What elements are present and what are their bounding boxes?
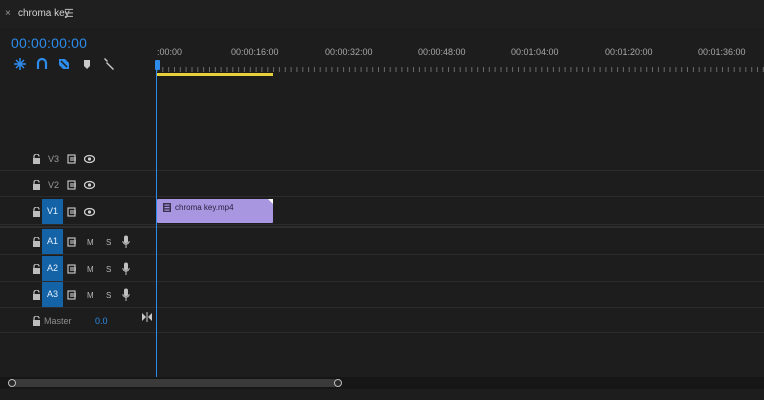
microphone-icon[interactable] xyxy=(122,288,130,302)
wrench-icon[interactable] xyxy=(102,57,116,71)
mute-button[interactable]: M xyxy=(87,238,94,247)
sequence-tab-title[interactable]: chroma key xyxy=(18,8,70,19)
scrollbar-thumb[interactable] xyxy=(12,379,338,387)
mute-button[interactable]: M xyxy=(87,291,94,300)
track-target-label: A1 xyxy=(46,236,58,246)
lock-icon[interactable] xyxy=(32,237,41,247)
marker-icon[interactable] xyxy=(80,57,94,71)
track-row-v2: V2 xyxy=(0,172,764,197)
mute-button[interactable]: M xyxy=(87,265,94,274)
time-ruler[interactable]: :00:00 00:00:16:00 00:00:32:00 00:00:48:… xyxy=(157,40,764,76)
playhead-timecode[interactable]: 00:00:00:00 xyxy=(11,35,87,51)
lock-icon[interactable] xyxy=(32,264,41,274)
magnet-icon[interactable] xyxy=(35,57,49,71)
linked-selection-icon[interactable] xyxy=(57,57,71,71)
track-row-a2: A2 M S xyxy=(0,256,764,282)
ruler-label: 00:01:20:00 xyxy=(605,47,653,57)
ruler-label: 00:00:48:00 xyxy=(418,47,466,57)
track-target-a2[interactable]: A2 xyxy=(42,256,63,281)
track-target-v1[interactable]: V1 xyxy=(42,199,63,224)
ruler-label: 00:01:36:00 xyxy=(698,47,746,57)
eye-icon[interactable] xyxy=(84,207,95,217)
eye-icon[interactable] xyxy=(84,180,95,190)
scrollbar-left-handle[interactable] xyxy=(8,379,16,387)
microphone-icon[interactable] xyxy=(122,262,130,276)
video-audio-divider[interactable] xyxy=(0,226,764,228)
ruler-label: 00:00:16:00 xyxy=(231,47,279,57)
ruler-ticks xyxy=(157,64,764,72)
track-row-v3: V3 xyxy=(0,146,764,171)
track-row-v1: V1 xyxy=(0,198,764,225)
go-to-end-icon[interactable] xyxy=(142,312,152,322)
sync-lock-icon[interactable] xyxy=(67,264,77,274)
work-area-bar[interactable] xyxy=(157,73,273,76)
master-volume-value[interactable]: 0.0 xyxy=(95,316,108,326)
track-target-a1[interactable]: A1 xyxy=(42,229,63,254)
track-row-a3: A3 M S xyxy=(0,282,764,308)
lock-icon[interactable] xyxy=(32,154,41,164)
playhead-handle[interactable] xyxy=(155,60,160,70)
sync-lock-icon[interactable] xyxy=(67,180,77,190)
scrollbar-right-handle[interactable] xyxy=(334,379,342,387)
track-target-label: A2 xyxy=(46,263,58,273)
sequence-tab-bar xyxy=(0,0,764,28)
track-label: V3 xyxy=(48,154,60,164)
sync-lock-icon[interactable] xyxy=(67,290,77,300)
track-target-label: A3 xyxy=(46,289,58,299)
track-row-a1: A1 M S xyxy=(0,229,764,255)
playhead-line[interactable] xyxy=(156,70,157,378)
track-target-a3[interactable]: A3 xyxy=(42,282,63,307)
ruler-label: 00:01:04:00 xyxy=(511,47,559,57)
track-row-master xyxy=(0,308,764,333)
ruler-label: :00:00 xyxy=(157,47,183,57)
lock-icon[interactable] xyxy=(32,316,41,326)
close-sequence-button[interactable]: × xyxy=(5,8,11,19)
lock-icon[interactable] xyxy=(32,290,41,300)
lock-icon[interactable] xyxy=(32,180,41,190)
master-track-label: Master xyxy=(44,316,72,326)
clip-end-marker xyxy=(268,199,273,204)
ruler-label: 00:00:32:00 xyxy=(325,47,373,57)
solo-button[interactable]: S xyxy=(106,238,111,247)
eye-icon[interactable] xyxy=(84,154,95,164)
clip-name: chroma key.mp4 xyxy=(175,203,234,212)
sync-lock-icon[interactable] xyxy=(67,237,77,247)
track-target-label: V1 xyxy=(46,206,58,216)
solo-button[interactable]: S xyxy=(106,291,111,300)
sync-lock-icon[interactable] xyxy=(67,207,77,217)
microphone-icon[interactable] xyxy=(122,235,130,249)
clip-badge-icon xyxy=(163,203,171,212)
lock-icon[interactable] xyxy=(32,207,41,217)
solo-button[interactable]: S xyxy=(106,265,111,274)
sync-lock-icon[interactable] xyxy=(67,154,77,164)
track-label: V2 xyxy=(48,180,60,190)
snap-icon[interactable] xyxy=(13,57,27,71)
panel-menu-icon[interactable]: ☰ xyxy=(64,7,74,20)
